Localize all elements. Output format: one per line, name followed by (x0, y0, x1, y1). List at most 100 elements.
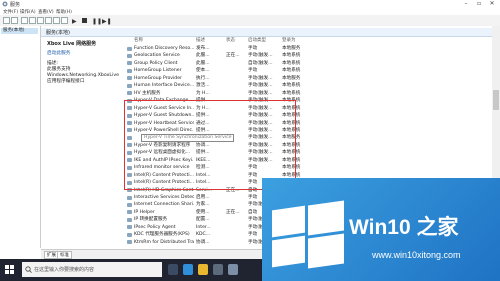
service-logon: 本地服务 (282, 75, 301, 81)
tree-pane: 服务(本地) (0, 26, 41, 248)
service-description: 使用... (196, 209, 210, 215)
name-tooltip: Hyper-V Time Synchronization Service (141, 133, 235, 142)
service-description: Inter... (196, 224, 211, 230)
service-gear-icon (127, 53, 132, 58)
service-name: KtmRm for Distributed Tra... (134, 239, 194, 245)
col-name[interactable]: 名称 (134, 37, 143, 43)
start-service-link[interactable]: 启动此服务 (47, 51, 70, 56)
list-icon[interactable] (29, 17, 36, 24)
col-description[interactable]: 描述 (196, 37, 205, 43)
service-detail: Xbox Live 网络服务 启动此服务 描述: 此服务支持 Windows.N… (47, 41, 119, 85)
service-gear-icon (127, 210, 132, 215)
search-placeholder: 在这里输入你要搜索的内容 (34, 267, 95, 273)
service-name: IP 转换配置服务 (134, 217, 168, 223)
brand-name: Win10 之家 (349, 216, 459, 239)
service-description: KDC... (196, 232, 211, 238)
taskbar-search[interactable]: 在这里输入你要搜索的内容 (22, 262, 162, 277)
service-name: Group Policy Client (134, 60, 178, 66)
table-row[interactable]: Geolocation Service 此服... 正在... 手动(触发... 本地系… (127, 52, 489, 59)
file-explorer-icon[interactable] (198, 264, 208, 275)
help-icon[interactable] (53, 17, 60, 24)
maximize-button[interactable]: ▫ (473, 0, 485, 8)
pane-title: 服务(本地) (46, 30, 70, 36)
restart-icon[interactable]: ▶❚ (102, 18, 112, 25)
search-icon (25, 266, 32, 273)
service-description: 此服... (196, 60, 210, 66)
task-view-icon[interactable] (168, 264, 178, 275)
service-logon: 本地服务 (282, 46, 301, 51)
service-name: IP Helper (134, 209, 155, 215)
service-name: HomeGroup Provider (134, 75, 182, 81)
scrollbar-thumb[interactable] (493, 90, 499, 110)
show-tree-icon[interactable] (21, 17, 28, 24)
service-name: HomeGroup Listener (134, 68, 182, 74)
service-description: 启用... (196, 195, 210, 200)
back-icon[interactable] (3, 17, 10, 24)
highlight-box (124, 100, 296, 190)
service-gear-icon (127, 91, 132, 96)
service-logon: 本地系统 (282, 60, 301, 66)
table-row[interactable]: Group Policy Client 此服... 自动(触发... 本地系统 (127, 60, 489, 67)
close-button[interactable]: ✕ (486, 0, 498, 8)
table-row[interactable]: HomeGroup Listener 使本... 手动 本地系统 (127, 67, 489, 74)
col-startup-type[interactable]: 启动类型 (248, 37, 266, 43)
service-gear-icon (127, 195, 132, 200)
windows-start-icon[interactable] (5, 265, 14, 274)
service-startup-type: 自动(触发... (248, 60, 273, 66)
service-gear-icon (127, 61, 132, 66)
service-gear-icon (127, 232, 132, 237)
service-gear-icon (127, 240, 132, 245)
table-row[interactable]: Function Discovery Reso... 发布... 手动 本地服务 (127, 45, 489, 52)
service-name: Geolocation Service (134, 53, 180, 59)
service-description: 配置... (196, 217, 210, 223)
pause-icon[interactable]: ❚❚ (92, 18, 102, 25)
service-startup-type: 手动(触发... (248, 83, 273, 89)
service-logon: 本地系统 (282, 68, 301, 74)
service-name: Human Interface Device... (134, 83, 194, 89)
table-row[interactable]: HomeGroup Provider 执行... 手动(触发... 本地服务 (127, 75, 489, 82)
service-status: 正在... (226, 209, 240, 215)
forward-icon[interactable] (11, 17, 18, 24)
stop-icon[interactable] (82, 18, 87, 23)
brand-url: www.win10xitong.com (372, 250, 461, 260)
edge-icon[interactable] (183, 264, 193, 275)
service-gear-icon (127, 46, 132, 51)
service-logon: 本地系统 (282, 83, 301, 89)
service-name: IPsec Policy Agent (134, 224, 176, 230)
service-description: 协调... (196, 239, 210, 245)
service-description: 为家... (196, 202, 210, 208)
service-name: Function Discovery Reso... (134, 46, 194, 51)
service-name: Interactive Services Detec... (134, 195, 194, 200)
service-description: 使本... (196, 68, 210, 74)
service-startup-type: 手动 (248, 46, 258, 51)
store-icon[interactable] (213, 264, 223, 275)
tab-standard[interactable]: 标准 (57, 251, 72, 259)
service-gear-icon (127, 83, 132, 88)
services-taskbar-icon[interactable] (228, 264, 238, 275)
service-name: Internet Connection Shari... (134, 202, 194, 208)
minimize-button[interactable]: – (460, 0, 472, 8)
service-startup-type: 手动(触发... (248, 53, 273, 59)
title-bar: 服务 – ▫ ✕ (0, 0, 500, 8)
service-startup-type: 手动(触发... (248, 90, 273, 96)
service-name: HV 主机服务 (134, 90, 161, 96)
services-icon (2, 1, 8, 7)
service-description: 激活... (196, 83, 210, 89)
col-status[interactable]: 状态 (226, 37, 235, 43)
export-icon[interactable] (45, 17, 52, 24)
play-icon[interactable]: ▶ (72, 18, 77, 25)
service-description: 此服... (196, 53, 210, 59)
table-row[interactable]: HV 主机服务 为 H... 手动(触发... 本地系统 (127, 90, 489, 97)
description-text: 此服务支持 Windows.Networking.XboxLive 应用程序编程… (47, 67, 119, 84)
service-name: KDC 代理服务器服务(KPS) (134, 232, 190, 238)
table-row[interactable]: Human Interface Device... 激活... 手动(触发... 本地… (127, 82, 489, 89)
service-gear-icon (127, 225, 132, 230)
service-description: 发布... (196, 46, 210, 51)
col-log-on-as[interactable]: 登录为 (282, 37, 296, 43)
pane-header: 服务(本地) (41, 28, 492, 37)
tree-item-services-local[interactable]: 服务(本地) (1, 28, 38, 34)
refresh-icon[interactable] (37, 17, 44, 24)
service-startup-type: 手动 (248, 68, 258, 74)
service-description: 执行... (196, 75, 210, 81)
properties-icon[interactable] (61, 17, 68, 24)
